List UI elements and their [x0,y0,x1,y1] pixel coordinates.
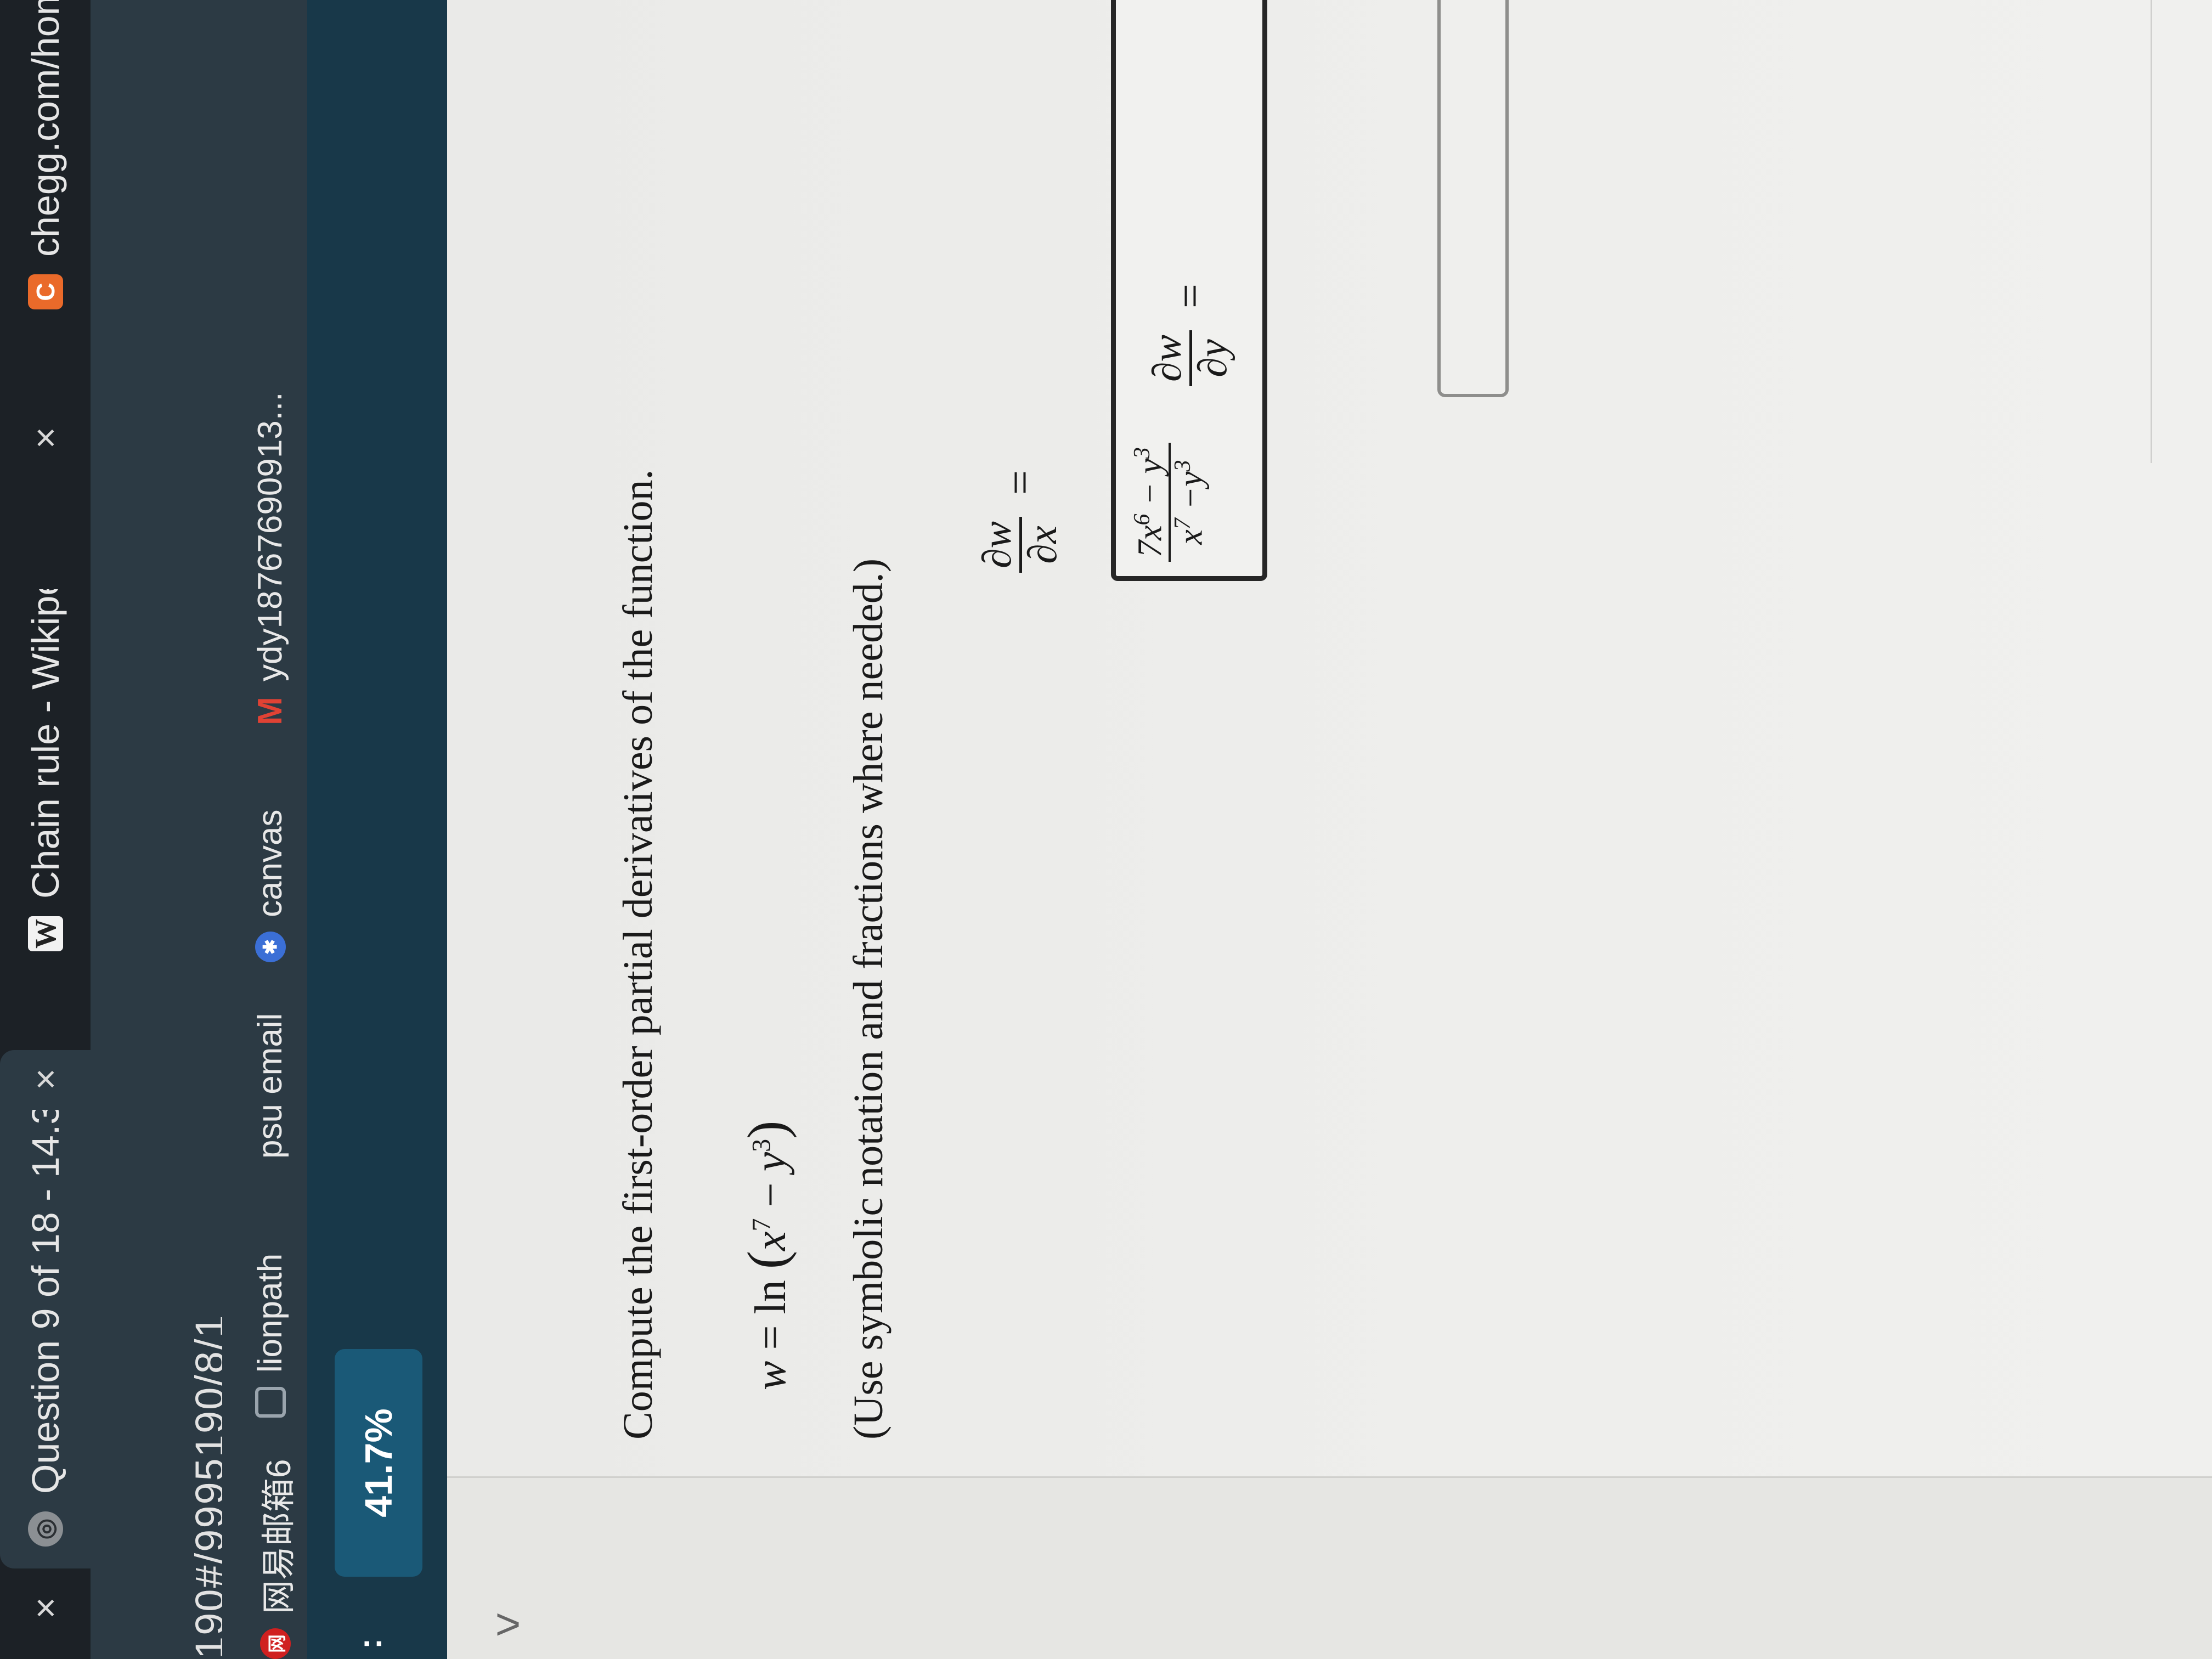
menu-icon[interactable]: : [351,1638,389,1649]
chevron-right-icon[interactable]: > [495,1599,521,1650]
globe-icon: ◎ [27,1511,63,1547]
close-icon[interactable]: × [24,1597,67,1619]
tab-question[interactable]: ◎ Question 9 of 18 - 14.3 Hom × [0,1050,91,1568]
close-icon[interactable]: × [24,427,67,449]
address-bar[interactable]: 190#/9995190/8/1 [91,0,233,1659]
tab-wikipedia[interactable]: W Chain rule - Wikipedia [0,589,91,951]
bookmark-label: psu email [251,1013,289,1159]
partial-x-fraction: ∂w ∂x [975,517,1065,573]
bookmark-label: ydy18767690913... [251,392,289,681]
question-nav-gutter [447,1476,2212,1659]
partial-x-label: ∂w ∂x = [975,470,1065,573]
bookmark-label: 网易邮箱6 [260,1459,298,1614]
lionpath-icon [255,1387,286,1418]
partial-y-fraction: ∂w ∂y [1145,330,1235,386]
tab-title: Chain rule - Wikipedia [24,589,67,899]
microsoft-icon [255,1173,286,1204]
tab-wikipedia-close[interactable]: × [0,403,91,469]
previous-tab-fragment[interactable]: × [0,1577,91,1659]
bookmark-label: lionpath [251,1253,289,1373]
bookmark-label: canvas [251,809,289,917]
close-icon[interactable]: × [24,1068,67,1090]
instruction-note: (Use symbolic notation and fractions whe… [845,558,891,1440]
bookmark-psu-email[interactable]: psu email [251,1013,290,1204]
answer-y-input[interactable] [1437,0,1509,397]
gmail-icon: M [251,697,289,725]
question-prompt: Compute the first-order partial derivati… [615,469,661,1440]
bookmark-netease[interactable]: 网 网易邮箱6 [251,1459,300,1659]
netease-icon: 网 [260,1628,291,1659]
canvas-icon: ✱ [255,932,286,962]
tab-title: chegg.com/homewo [24,0,67,257]
screen-frame: × ◎ Question 9 of 18 - 14.3 Hom × W Chai… [0,0,2212,1659]
tab-title: Question 9 of 18 - 14.3 Hom [24,1110,67,1494]
bookmark-canvas[interactable]: ✱ canvas [251,810,290,962]
divider [2151,0,2152,463]
tab-bar: × ◎ Question 9 of 18 - 14.3 Hom × W Chai… [0,0,91,1659]
wikipedia-icon: W [27,916,63,951]
bookmarks-bar: 网 网易邮箱6 lionpath psu email ✱ canvas M yd… [222,0,307,1659]
function-expression: w = ln (x7 − y3) [736,1120,797,1391]
chegg-icon: C [27,274,63,309]
tab-chegg[interactable]: C chegg.com/homewo [0,0,91,309]
answer-x-value: 7x6 − y3 x7 −y3 [1130,443,1209,562]
bookmark-lionpath[interactable]: lionpath [251,1254,290,1418]
progress-badge: 41.7% [335,1349,422,1577]
partial-y-label: ∂w ∂y = [1145,284,1235,386]
bookmark-gmail[interactable]: M ydy18767690913... [251,392,290,726]
